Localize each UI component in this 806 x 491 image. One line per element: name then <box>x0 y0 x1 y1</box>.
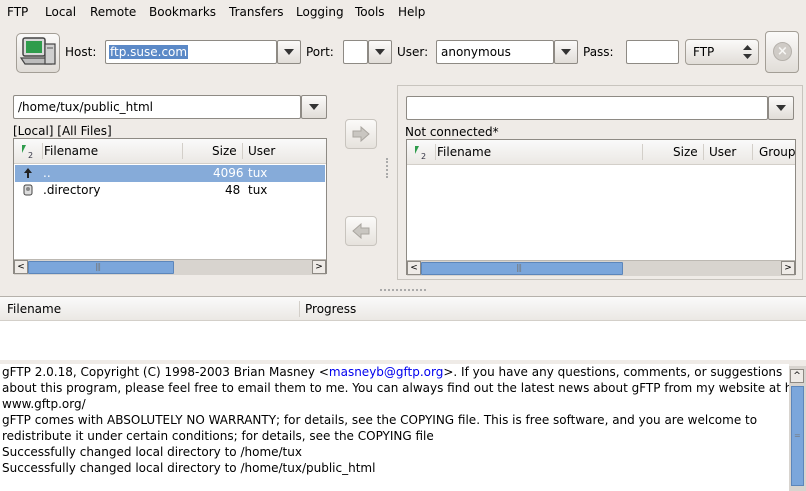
connect-button[interactable] <box>16 33 60 73</box>
log-line: gFTP comes with ABSOLUTELY NO WARRANTY; … <box>2 413 758 427</box>
scroll-left-icon[interactable]: < <box>407 261 421 275</box>
sort-icon[interactable]: 2 <box>413 144 429 160</box>
file-name: .. <box>43 166 51 180</box>
protocol-select[interactable]: FTP <box>685 39 759 65</box>
local-column-header: 2 Filename Size User <box>14 139 326 164</box>
user-label: User: <box>397 45 429 59</box>
port-history-dropdown[interactable] <box>368 40 392 64</box>
user-input[interactable]: anonymous <box>436 40 554 64</box>
table-row[interactable]: .. 4096 tux <box>15 165 325 182</box>
log-vertical-scrollbar[interactable]: ^ = <box>789 366 806 491</box>
transfer-col-filename[interactable]: Filename <box>7 302 61 316</box>
local-path-input[interactable]: /home/tux/public_html <box>13 95 301 119</box>
arrow-left-icon <box>352 223 370 239</box>
remote-path-dropdown[interactable] <box>768 96 794 120</box>
chevron-down-icon <box>309 104 319 110</box>
remote-col-size[interactable]: Size <box>673 145 698 159</box>
menu-transfers[interactable]: Transfers <box>229 5 284 19</box>
scroll-left-icon[interactable]: < <box>14 260 28 274</box>
sort-icon[interactable]: 2 <box>20 143 36 159</box>
menu-logging[interactable]: Logging <box>296 5 344 19</box>
arrow-right-icon <box>352 126 370 142</box>
host-value: ftp.suse.com <box>109 45 189 59</box>
menu-tools[interactable]: Tools <box>355 5 385 19</box>
protocol-value: FTP <box>693 45 715 59</box>
menu-remote[interactable]: Remote <box>90 5 136 19</box>
table-row[interactable]: .directory 48 tux <box>15 182 325 199</box>
local-panel: /home/tux/public_html [Local] [All Files… <box>0 82 334 280</box>
log-line: Successfully changed local directory to … <box>2 445 302 459</box>
log-line: www.gftp.org/ <box>2 397 86 411</box>
remote-panel: Not connected* 2 Filename Size User Grou… <box>397 85 803 280</box>
chevron-down-icon <box>561 49 571 55</box>
host-label: Host: <box>65 45 97 59</box>
log-line: gFTP 2.0.18, Copyright (C) 1998-2003 Bri… <box>2 365 783 379</box>
host-input[interactable]: ftp.suse.com <box>105 40 277 64</box>
local-col-filename[interactable]: Filename <box>44 144 98 158</box>
user-value: anonymous <box>441 45 511 59</box>
stop-icon: × <box>773 42 792 61</box>
vertical-pane-grip[interactable] <box>380 289 426 292</box>
chevron-down-icon <box>375 49 385 55</box>
download-button[interactable] <box>345 216 377 246</box>
remote-column-header: 2 Filename Size User Group <box>407 140 796 165</box>
local-status: [Local] [All Files] <box>13 124 112 138</box>
remote-col-user[interactable]: User <box>709 145 736 159</box>
parent-directory-icon <box>24 168 32 178</box>
scroll-right-icon[interactable]: > <box>312 260 326 274</box>
file-user: tux <box>248 166 268 180</box>
local-file-list[interactable]: 2 Filename Size User .. 4096 tux .direct… <box>13 138 327 275</box>
scroll-thumb[interactable]: ||| <box>28 261 174 274</box>
pass-label: Pass: <box>583 45 614 59</box>
scroll-up-icon[interactable]: ^ <box>790 369 804 383</box>
remote-horizontal-scrollbar[interactable]: < ||| > <box>407 260 795 276</box>
svg-text:2: 2 <box>28 151 33 159</box>
remote-col-filename[interactable]: Filename <box>437 145 491 159</box>
chevron-down-icon <box>284 49 294 55</box>
file-name: .directory <box>43 183 101 197</box>
upload-button[interactable] <box>345 119 377 149</box>
port-input[interactable] <box>343 40 368 64</box>
user-history-dropdown[interactable] <box>554 40 578 64</box>
stop-button[interactable]: × <box>765 31 799 73</box>
menu-bookmarks[interactable]: Bookmarks <box>149 5 216 19</box>
password-input[interactable] <box>626 40 679 64</box>
scroll-right-icon[interactable]: > <box>781 261 795 275</box>
local-path-value: /home/tux/public_html <box>18 100 153 114</box>
log-line: about this program, please feel free to … <box>2 381 789 395</box>
host-history-dropdown[interactable] <box>277 40 301 64</box>
transfer-column-header: Filename Progress <box>0 297 806 321</box>
scroll-thumb[interactable]: = <box>791 386 804 486</box>
menu-local[interactable]: Local <box>45 5 76 19</box>
email-link[interactable]: masneyb@gftp.org <box>329 365 443 379</box>
log-line: Successfully changed local directory to … <box>2 461 376 475</box>
local-col-user[interactable]: User <box>248 144 275 158</box>
svg-text:2: 2 <box>421 152 426 160</box>
chevron-down-icon <box>776 105 786 111</box>
menu-bar: FTP Local Remote Bookmarks Transfers Log… <box>0 0 806 26</box>
file-size: 4096 <box>213 166 244 180</box>
scroll-thumb[interactable]: ||| <box>421 262 623 275</box>
remote-status: Not connected* <box>405 125 499 139</box>
remote-path-input[interactable] <box>406 96 768 120</box>
log-line: redistribute it under certain conditions… <box>2 429 434 443</box>
pane-divider-grip[interactable] <box>386 158 388 178</box>
log-view[interactable]: gFTP 2.0.18, Copyright (C) 1998-2003 Bri… <box>0 364 789 491</box>
menu-ftp[interactable]: FTP <box>7 5 28 19</box>
menu-help[interactable]: Help <box>398 5 425 19</box>
local-col-size[interactable]: Size <box>212 144 237 158</box>
file-icon <box>23 184 33 196</box>
transfer-col-progress[interactable]: Progress <box>305 302 356 316</box>
file-size: 48 <box>225 183 241 197</box>
local-path-dropdown[interactable] <box>301 95 327 119</box>
local-horizontal-scrollbar[interactable]: < ||| > <box>14 259 326 275</box>
remote-file-list[interactable]: 2 Filename Size User Group < ||| > <box>406 139 796 276</box>
remote-col-group[interactable]: Group <box>759 145 796 159</box>
transfer-list[interactable]: Filename Progress <box>0 296 806 360</box>
port-label: Port: <box>306 45 334 59</box>
computer-network-icon <box>19 37 56 65</box>
file-user: tux <box>248 183 268 197</box>
updown-arrows-icon <box>743 45 752 59</box>
